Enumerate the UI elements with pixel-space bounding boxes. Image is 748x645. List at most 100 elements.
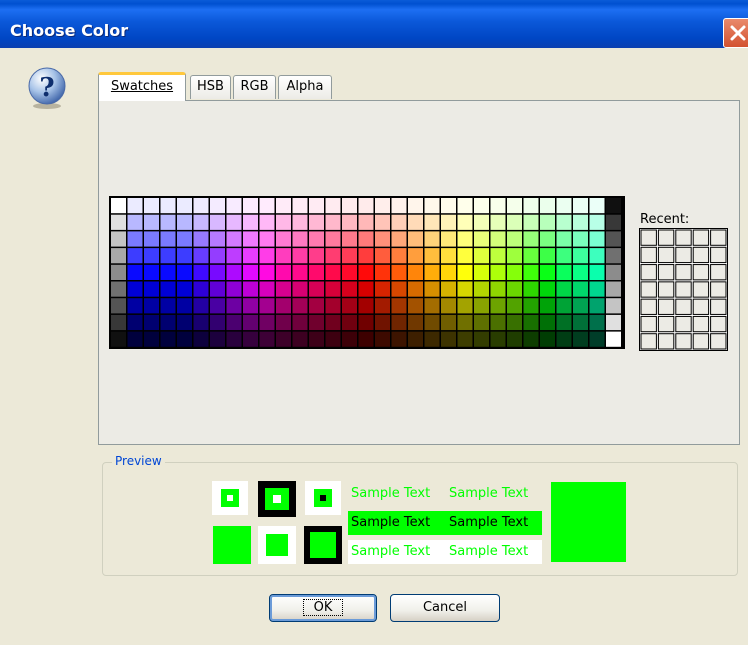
swatch-cell[interactable] xyxy=(325,298,341,314)
swatch-cell[interactable] xyxy=(540,331,555,347)
recent-cell[interactable] xyxy=(640,298,657,315)
recent-cell[interactable] xyxy=(710,298,727,315)
swatch-cell[interactable] xyxy=(160,298,176,314)
swatch-cell[interactable] xyxy=(210,264,225,280)
swatch-cell[interactable] xyxy=(292,214,308,230)
swatch-cell[interactable] xyxy=(573,298,588,314)
swatch-cell[interactable] xyxy=(556,298,572,314)
swatch-cell[interactable] xyxy=(606,198,621,214)
recent-cell[interactable] xyxy=(675,281,692,298)
swatch-cell[interactable] xyxy=(127,264,143,280)
swatch-cell[interactable] xyxy=(540,264,555,280)
swatch-cell[interactable] xyxy=(259,314,275,331)
swatch-cell[interactable] xyxy=(342,248,357,264)
swatch-cell[interactable] xyxy=(177,298,192,314)
swatch-cell[interactable] xyxy=(474,214,489,230)
swatch-cell[interactable] xyxy=(391,231,407,247)
swatch-cell[interactable] xyxy=(342,298,357,314)
swatch-cell[interactable] xyxy=(276,248,291,264)
swatch-cell[interactable] xyxy=(177,231,192,247)
swatch-cell[interactable] xyxy=(144,331,159,347)
recent-cell[interactable] xyxy=(675,298,692,315)
swatch-cell[interactable] xyxy=(490,248,506,264)
recent-cell[interactable] xyxy=(710,246,727,264)
swatch-cell[interactable] xyxy=(276,264,291,280)
swatch-cell[interactable] xyxy=(358,198,374,214)
swatch-cell[interactable] xyxy=(457,198,473,214)
swatch-cell[interactable] xyxy=(424,214,440,230)
swatch-cell[interactable] xyxy=(193,248,209,264)
swatch-cell[interactable] xyxy=(606,314,621,331)
swatch-cell[interactable] xyxy=(474,298,489,314)
swatch-cell[interactable] xyxy=(193,298,209,314)
swatch-cell[interactable] xyxy=(243,281,258,297)
swatch-cell[interactable] xyxy=(292,298,308,314)
swatch-cell[interactable] xyxy=(292,314,308,331)
swatch-cell[interactable] xyxy=(210,314,225,331)
tab-rgb[interactable]: RGB xyxy=(233,75,276,99)
swatch-cell[interactable] xyxy=(556,231,572,247)
swatch-cell[interactable] xyxy=(441,198,456,214)
swatch-cell[interactable] xyxy=(210,198,225,214)
swatch-cell[interactable] xyxy=(606,248,621,264)
swatch-cell[interactable] xyxy=(573,214,588,230)
swatch-cell[interactable] xyxy=(210,281,225,297)
recent-cell[interactable] xyxy=(640,229,657,246)
recent-cell[interactable] xyxy=(657,229,675,246)
recent-cell[interactable] xyxy=(675,264,692,281)
swatch-cell[interactable] xyxy=(540,314,555,331)
swatch-cell[interactable] xyxy=(226,314,242,331)
swatch-cell[interactable] xyxy=(111,298,126,314)
swatch-cell[interactable] xyxy=(309,231,324,247)
swatch-cell[interactable] xyxy=(391,331,407,347)
recent-cell[interactable] xyxy=(675,229,692,246)
recent-cell[interactable] xyxy=(692,229,710,246)
swatch-cell[interactable] xyxy=(556,331,572,347)
swatch-cell[interactable] xyxy=(490,231,506,247)
swatch-cell[interactable] xyxy=(573,331,588,347)
swatch-cell[interactable] xyxy=(243,331,258,347)
swatch-cell[interactable] xyxy=(358,314,374,331)
swatch-cell[interactable] xyxy=(292,231,308,247)
swatch-cells[interactable] xyxy=(111,198,625,349)
swatch-cell[interactable] xyxy=(292,248,308,264)
recent-cell[interactable] xyxy=(657,281,675,298)
swatch-cell[interactable] xyxy=(375,298,390,314)
swatch-cell[interactable] xyxy=(375,248,390,264)
swatch-cell[interactable] xyxy=(276,198,291,214)
swatch-cell[interactable] xyxy=(523,248,539,264)
swatch-cell[interactable] xyxy=(358,281,374,297)
recent-cell[interactable] xyxy=(657,298,675,315)
swatch-cell[interactable] xyxy=(160,248,176,264)
swatch-cell[interactable] xyxy=(589,281,605,297)
swatch-cell[interactable] xyxy=(490,314,506,331)
close-button[interactable] xyxy=(723,18,748,48)
swatch-cell[interactable] xyxy=(127,314,143,331)
swatch-cell[interactable] xyxy=(342,281,357,297)
swatch-cell[interactable] xyxy=(309,214,324,230)
swatch-cell[interactable] xyxy=(193,231,209,247)
swatch-cell[interactable] xyxy=(226,214,242,230)
swatch-cell[interactable] xyxy=(292,281,308,297)
swatch-cell[interactable] xyxy=(375,198,390,214)
swatch-cell[interactable] xyxy=(325,248,341,264)
swatch-cell[interactable] xyxy=(127,281,143,297)
swatch-cell[interactable] xyxy=(573,264,588,280)
recent-cell[interactable] xyxy=(640,246,657,264)
swatch-cell[interactable] xyxy=(457,331,473,347)
swatch-cell[interactable] xyxy=(556,214,572,230)
swatch-cell[interactable] xyxy=(507,198,522,214)
swatch-cell[interactable] xyxy=(325,331,341,347)
swatch-cell[interactable] xyxy=(523,214,539,230)
swatch-cell[interactable] xyxy=(441,298,456,314)
swatch-cell[interactable] xyxy=(127,198,143,214)
recent-cell[interactable] xyxy=(710,264,727,281)
swatch-cell[interactable] xyxy=(193,198,209,214)
swatch-cell[interactable] xyxy=(606,231,621,247)
swatch-cell[interactable] xyxy=(556,264,572,280)
swatch-cell[interactable] xyxy=(507,314,522,331)
swatch-cell[interactable] xyxy=(259,331,275,347)
swatch-cell[interactable] xyxy=(507,248,522,264)
swatch-cell[interactable] xyxy=(556,248,572,264)
swatch-cell[interactable] xyxy=(276,298,291,314)
